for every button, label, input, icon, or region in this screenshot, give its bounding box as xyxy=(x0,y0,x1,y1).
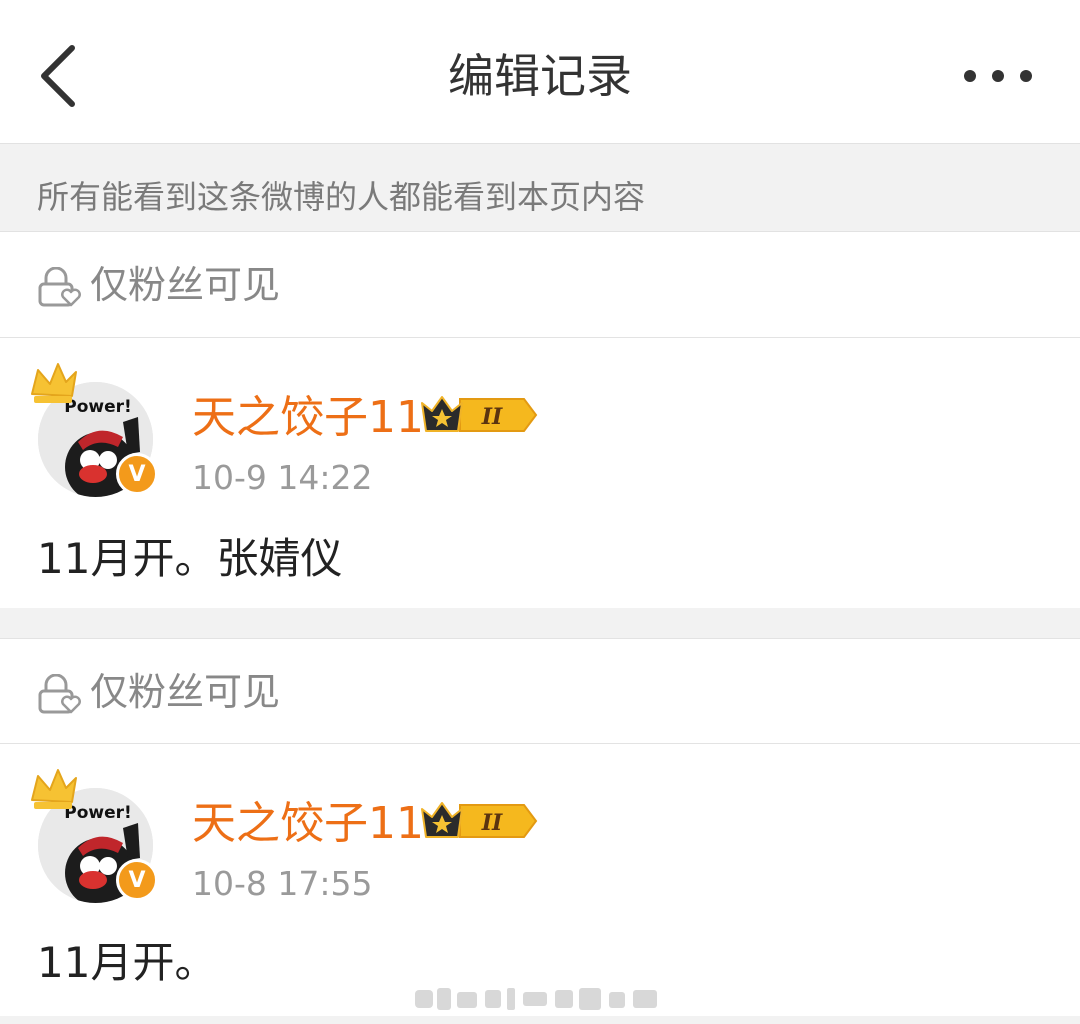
navigation-bar: 编辑记录 xyxy=(0,0,1080,143)
username[interactable]: 天之饺子11 xyxy=(192,390,424,446)
username[interactable]: 天之饺子11 xyxy=(192,796,424,852)
edit-record: Power! V 天之饺子11 II 10-9 14:22 11月开。张婧仪 xyxy=(0,338,1080,608)
visibility-label: 仅粉丝可见 xyxy=(90,263,281,307)
crown-icon xyxy=(31,363,77,403)
page-title: 编辑记录 xyxy=(448,49,632,103)
post-content: 11月开。张婧仪 xyxy=(37,534,343,583)
avatar[interactable]: Power! V xyxy=(28,360,168,500)
level-text: II xyxy=(481,810,503,836)
edit-record: Power! V 天之饺子11 II 10-8 17:55 11月开。 xyxy=(0,744,1080,1016)
visibility-row: 仅粉丝可见 xyxy=(0,638,1080,744)
post-time: 10-9 14:22 xyxy=(192,458,373,497)
member-level-badge: II xyxy=(421,802,538,838)
notice-text: 所有能看到这条微博的人都能看到本页内容 xyxy=(37,178,646,216)
crown-icon xyxy=(31,769,77,809)
post-time: 10-8 17:55 xyxy=(192,864,373,903)
verified-icon: V xyxy=(116,453,158,495)
lock-heart-icon xyxy=(38,267,81,307)
post-content: 11月开。 xyxy=(37,938,217,987)
more-button[interactable] xyxy=(960,58,1040,94)
watermark xyxy=(415,988,657,1010)
verified-icon: V xyxy=(116,859,158,901)
lock-heart-icon xyxy=(38,674,81,714)
more-dots-icon xyxy=(964,70,1032,82)
visibility-row: 仅粉丝可见 xyxy=(0,232,1080,338)
level-text: II xyxy=(481,404,503,430)
visibility-label: 仅粉丝可见 xyxy=(90,670,281,714)
visibility-notice: 所有能看到这条微博的人都能看到本页内容 xyxy=(0,143,1080,232)
member-level-badge: II xyxy=(421,396,538,432)
avatar[interactable]: Power! V xyxy=(28,766,168,906)
